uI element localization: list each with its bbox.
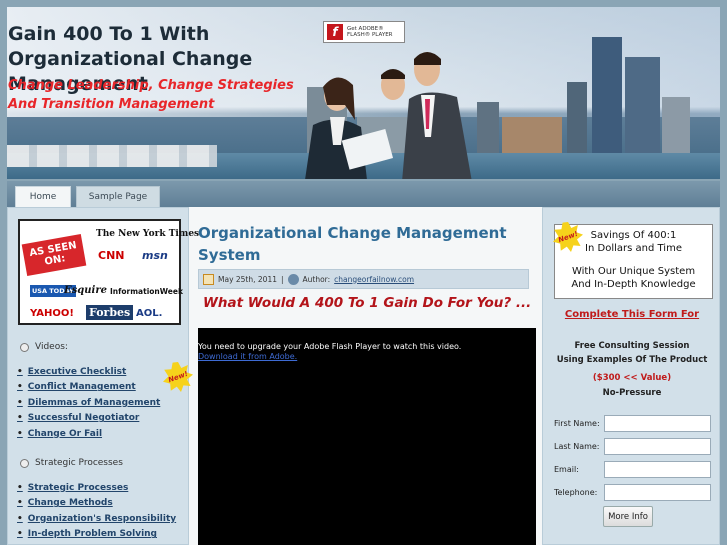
user-icon: [287, 273, 299, 285]
cta-line1: Free Consulting Session: [574, 341, 690, 351]
flash-badge-line2: FLASH® PLAYER: [347, 32, 393, 38]
first-name-label: First Name:: [554, 419, 600, 428]
telephone-row: Telephone:: [554, 484, 711, 501]
tab-sample-page[interactable]: Sample Page: [76, 186, 160, 207]
last-name-label: Last Name:: [554, 442, 600, 451]
link-organizations-responsibility[interactable]: Organization's Responsibility: [17, 511, 176, 527]
first-name-field[interactable]: [604, 415, 711, 432]
right-sidebar: Savings Of 400:1 In Dollars and Time Wit…: [542, 207, 720, 545]
new-badge-icon: New!: [163, 362, 193, 392]
building: [592, 37, 622, 157]
as-seen-on-banner: AS SEEN ON: The New York Times CNN msn U…: [18, 219, 199, 325]
link-change-or-fail[interactable]: Change Or Fail: [17, 426, 160, 442]
link-change-methods[interactable]: Change Methods: [17, 496, 176, 512]
meta-separator: |: [280, 274, 284, 284]
new-badge-label: New!: [167, 369, 189, 385]
logo-forbes: Forbes: [86, 305, 134, 320]
building: [662, 97, 690, 157]
strategic-processes-heading: Strategic Processes: [20, 458, 123, 468]
site-header: Gain 400 To 1 With Organizational Change…: [7, 7, 720, 179]
link-dilemmas-of-management[interactable]: Dilemmas of Management: [17, 395, 161, 411]
first-name-row: First Name:: [554, 415, 711, 432]
link-strategic-processes[interactable]: Strategic Processes: [17, 480, 176, 496]
post-title[interactable]: Organizational Change Management System: [198, 222, 528, 266]
promo-line3: With Our Unique System: [571, 266, 696, 277]
post-headline: What Would A 400 To 1 Gain Do For You? .…: [203, 295, 532, 311]
left-sidebar: AS SEEN ON: The New York Times CNN msn U…: [7, 207, 199, 545]
email-row: Email:: [554, 461, 711, 478]
business-man-photo: [402, 52, 472, 179]
strategic-processes-heading-label: Strategic Processes: [35, 458, 123, 468]
videos-heading: Videos:: [20, 342, 68, 352]
logo-aol: AOL.: [136, 308, 163, 319]
building: [567, 82, 587, 157]
strategic-processes-list: Strategic Processes Change Methods Organ…: [17, 480, 176, 542]
new-badge-label: New!: [557, 229, 579, 245]
get-flash-player-badge[interactable]: f Get ADOBE® FLASH® PLAYER: [323, 21, 405, 43]
author-link[interactable]: changeorfailnow.com: [334, 275, 414, 284]
promo-line4: And In-Depth Knowledge: [571, 279, 696, 290]
post-meta: May 25th, 2011 | Author: changeorfailnow…: [198, 269, 529, 289]
as-seen-on-ribbon: AS SEEN ON:: [21, 234, 87, 276]
link-conflict-management[interactable]: Conflict Management: [17, 380, 160, 396]
logo-informationweek: InformationWeek: [110, 287, 183, 296]
flash-icon: f: [327, 24, 343, 40]
logo-yahoo: YAHOO!: [30, 308, 74, 319]
harbor-boats: [7, 145, 217, 167]
cta-title[interactable]: Complete This Form For: [562, 308, 702, 321]
logo-cnn: CNN: [98, 249, 125, 262]
building: [502, 117, 562, 157]
bullet-circle-icon: [20, 458, 29, 468]
site-tagline: Change Leadership, Change Strategies And…: [8, 78, 294, 112]
cta-line2: Using Examples Of The Product: [556, 355, 708, 365]
calendar-icon: [203, 273, 214, 285]
bullet-circle-icon: [20, 342, 29, 352]
link-in-depth-problem-solving[interactable]: In-depth Problem Solving: [17, 527, 176, 543]
telephone-field[interactable]: [604, 484, 711, 501]
cta-value: ($300 << Value): [592, 373, 672, 383]
content-frame: AS SEEN ON: The New York Times CNN msn U…: [7, 207, 720, 545]
flash-upgrade-message: You need to upgrade your Adobe Flash Pla…: [198, 342, 462, 351]
email-label: Email:: [554, 465, 579, 474]
last-name-row: Last Name:: [554, 438, 711, 455]
cta-line3: No-Pressure: [602, 388, 662, 398]
more-info-button[interactable]: More Info: [603, 506, 653, 527]
tab-home[interactable]: Home: [15, 186, 71, 207]
link-executive-checklist[interactable]: Executive Checklist: [17, 364, 160, 380]
download-flash-link[interactable]: Download it from Adobe.: [198, 352, 297, 361]
main-nav: Home Sample Page: [7, 181, 720, 207]
video-player[interactable]: You need to upgrade your Adobe Flash Pla…: [198, 328, 536, 545]
logo-esquire: Esquire: [64, 285, 107, 296]
videos-list: Executive Checklist Conflict Management …: [17, 364, 161, 442]
last-name-field[interactable]: [604, 438, 711, 455]
videos-heading-label: Videos:: [35, 342, 68, 352]
post-date: May 25th, 2011: [218, 274, 277, 284]
building: [625, 57, 660, 157]
telephone-label: Telephone:: [554, 488, 598, 497]
logo-msn: msn: [142, 249, 168, 262]
link-successful-negotiator[interactable]: Successful Negotiator: [17, 411, 160, 427]
email-field[interactable]: [604, 461, 711, 478]
main-content: Organizational Change Management System …: [197, 207, 538, 545]
logo-new-york-times: The New York Times: [96, 229, 200, 239]
author-label: Author:: [302, 274, 331, 284]
